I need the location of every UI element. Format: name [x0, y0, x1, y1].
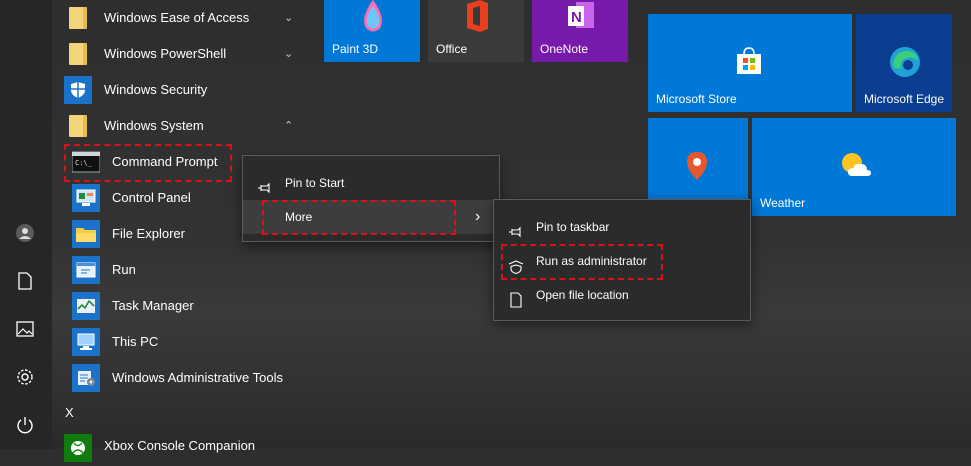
this-pc-icon — [72, 328, 100, 356]
chevron-right-icon: › — [475, 208, 481, 225]
item-label: Windows PowerShell — [104, 46, 227, 61]
menu-item-pin-to-start[interactable]: Pin to Start — [243, 166, 499, 200]
submenu: Pin to taskbar Run as administrator Open… — [493, 199, 751, 321]
tile-label: Office — [436, 42, 468, 56]
control-panel-icon — [72, 184, 100, 212]
item-label: Command Prompt — [112, 154, 218, 169]
microsoft-store-icon — [734, 46, 764, 81]
paint-3d-icon — [360, 0, 386, 39]
list-item-windows-system[interactable]: Windows System ⌃ — [52, 108, 310, 144]
item-label: Xbox Console Companion — [104, 438, 256, 453]
settings-gear-icon[interactable] — [14, 366, 36, 388]
tile-paint-3d[interactable]: Paint 3D — [324, 0, 420, 62]
chevron-down-icon: ⌄ — [284, 12, 294, 24]
shield-icon — [64, 76, 92, 104]
menu-item-label: Pin to Start — [285, 176, 345, 190]
start-left-rail — [0, 0, 52, 449]
menu-item-label: Open file location — [536, 288, 629, 302]
item-label: File Explorer — [112, 226, 185, 241]
menu-item-label: Run as administrator — [536, 254, 647, 268]
tile-onenote[interactable]: N OneNote — [532, 0, 628, 62]
item-label: This PC — [112, 334, 159, 349]
item-label: Task Manager — [112, 298, 194, 313]
file-explorer-icon — [72, 220, 100, 248]
item-label: Windows System — [104, 118, 204, 133]
tile-microsoft-store[interactable]: Microsoft Store — [648, 14, 852, 112]
user-avatar-icon[interactable] — [14, 222, 36, 244]
item-label: Windows Ease of Access — [104, 10, 250, 25]
item-label: Windows Security — [104, 82, 208, 97]
context-menu: Pin to Start More › — [242, 155, 500, 242]
menu-item-run-as-administrator[interactable]: Run as administrator — [494, 244, 750, 278]
tile-label: Microsoft Store — [656, 92, 737, 106]
pin-icon — [508, 219, 524, 238]
list-item-run[interactable]: Run — [52, 252, 310, 288]
administrative-tools-icon — [72, 364, 100, 392]
tile-label: Weather — [760, 196, 806, 210]
item-label: Control Panel — [112, 190, 191, 205]
run-icon — [72, 256, 100, 284]
folder-icon — [64, 112, 92, 140]
chevron-up-icon: ⌃ — [284, 120, 294, 132]
folder-icon — [64, 4, 92, 32]
list-item-windows-security[interactable]: Windows Security — [52, 72, 310, 108]
office-icon — [464, 0, 490, 37]
command-prompt-icon: C:\_ — [72, 148, 100, 176]
onenote-icon: N — [566, 0, 596, 37]
menu-item-open-file-location[interactable]: Open file location — [494, 278, 750, 312]
menu-item-pin-to-taskbar[interactable]: Pin to taskbar — [494, 210, 750, 244]
tile-weather[interactable]: Weather — [752, 118, 956, 216]
tile-office[interactable]: Office — [428, 0, 524, 62]
chevron-down-icon: ⌄ — [284, 48, 294, 60]
tile-label: Paint 3D — [332, 42, 379, 56]
power-icon[interactable] — [14, 414, 36, 436]
item-label: Run — [112, 262, 136, 277]
pictures-icon[interactable] — [14, 318, 36, 340]
menu-item-more[interactable]: More › — [243, 200, 499, 234]
list-item-xbox-console-companion[interactable]: Xbox Console Companion — [52, 430, 310, 466]
list-item-windows-powershell[interactable]: Windows PowerShell ⌄ — [52, 36, 310, 72]
task-manager-icon — [72, 292, 100, 320]
menu-item-label: Pin to taskbar — [536, 220, 610, 234]
documents-icon[interactable] — [14, 270, 36, 292]
list-item-windows-administrative-tools[interactable]: Windows Administrative Tools — [52, 360, 310, 396]
admin-shield-icon — [508, 253, 524, 275]
microsoft-edge-icon — [889, 46, 921, 83]
tile-microsoft-edge[interactable]: Microsoft Edge — [856, 14, 952, 112]
group-header-letter[interactable]: X — [65, 405, 74, 420]
item-label: Windows Administrative Tools — [112, 370, 283, 385]
pin-icon — [257, 175, 273, 194]
tile-label: OneNote — [540, 42, 589, 56]
folder-icon — [64, 40, 92, 68]
list-item-windows-ease-of-access[interactable]: Windows Ease of Access ⌄ — [52, 0, 310, 36]
svg-text:N: N — [571, 9, 582, 26]
list-item-task-manager[interactable]: Task Manager — [52, 288, 310, 324]
menu-item-label: More — [285, 210, 313, 224]
weather-sun-icon — [838, 150, 874, 185]
file-icon — [508, 287, 524, 308]
svg-text:C:\_: C:\_ — [75, 159, 93, 167]
map-pin-icon — [682, 150, 712, 187]
list-item-this-pc[interactable]: This PC — [52, 324, 310, 360]
xbox-icon — [64, 434, 92, 462]
tile-label: Microsoft Edge — [864, 92, 945, 106]
